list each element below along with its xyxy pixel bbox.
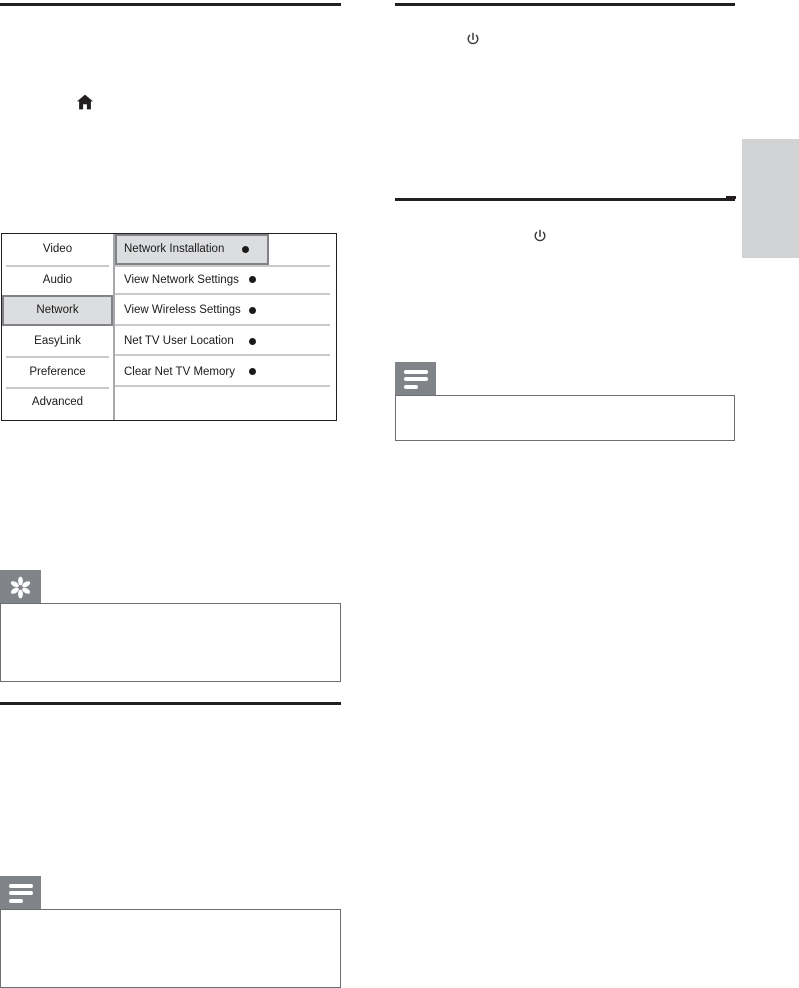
manual-page: Video Audio Network EasyLink Preference … bbox=[0, 0, 799, 988]
tip-callout-body bbox=[0, 603, 341, 682]
left-column: Video Audio Network EasyLink Preference … bbox=[0, 0, 341, 988]
settings-option-clear-net-tv-memory[interactable]: Clear Net TV Memory bbox=[115, 356, 336, 387]
settings-category-label: Audio bbox=[42, 273, 73, 286]
settings-category-label: Network bbox=[36, 304, 79, 317]
home-icon bbox=[76, 93, 94, 111]
note-callout-tab bbox=[395, 362, 436, 396]
right-column-top-rule bbox=[395, 3, 735, 6]
note-callout-tab bbox=[0, 876, 41, 910]
settings-option-label: Net TV User Location bbox=[124, 335, 234, 348]
settings-category-label: Preference bbox=[29, 365, 86, 378]
note-callout-right bbox=[395, 362, 735, 442]
page-edge-tab bbox=[742, 139, 799, 258]
settings-category-preference[interactable]: Preference bbox=[2, 356, 113, 387]
settings-category-audio[interactable]: Audio bbox=[2, 264, 113, 296]
settings-option-label: View Network Settings bbox=[124, 273, 239, 286]
bullet-icon bbox=[249, 306, 256, 314]
left-column-mid-rule bbox=[0, 702, 341, 705]
asterisk-icon bbox=[9, 576, 32, 599]
settings-category-advanced[interactable]: Advanced bbox=[2, 386, 113, 418]
settings-option-label: Network Installation bbox=[124, 243, 225, 256]
right-column-mid-rule bbox=[395, 198, 735, 201]
bullet-icon bbox=[242, 245, 249, 253]
page-edge-dash bbox=[726, 196, 736, 199]
settings-menu-category-list[interactable]: Video Audio Network EasyLink Preference … bbox=[2, 234, 115, 420]
settings-category-label: Advanced bbox=[31, 396, 84, 409]
settings-category-video[interactable]: Video bbox=[2, 234, 113, 265]
note-callout-body bbox=[395, 395, 735, 441]
settings-category-label: EasyLink bbox=[34, 335, 81, 348]
tip-callout bbox=[0, 570, 341, 682]
note-lines-icon bbox=[403, 369, 428, 389]
bullet-icon bbox=[249, 337, 256, 345]
settings-category-label: Video bbox=[42, 243, 73, 256]
settings-option-view-network-settings[interactable]: View Network Settings bbox=[115, 265, 336, 296]
settings-menu-screenshot[interactable]: Video Audio Network EasyLink Preference … bbox=[1, 233, 337, 421]
bullet-icon bbox=[249, 368, 256, 376]
settings-category-easylink[interactable]: EasyLink bbox=[2, 326, 113, 357]
settings-option-net-tv-user-location[interactable]: Net TV User Location bbox=[115, 326, 336, 357]
note-lines-icon bbox=[8, 883, 33, 903]
settings-option-label: Clear Net TV Memory bbox=[124, 365, 235, 378]
power-icon bbox=[465, 32, 481, 48]
settings-option-view-wireless-settings[interactable]: View Wireless Settings bbox=[115, 295, 336, 326]
settings-option-label: View Wireless Settings bbox=[124, 304, 241, 317]
left-column-top-rule bbox=[0, 3, 341, 6]
settings-category-network[interactable]: Network bbox=[2, 295, 113, 326]
right-column bbox=[395, 0, 735, 988]
tip-callout-tab bbox=[0, 570, 41, 604]
note-callout-body bbox=[0, 909, 341, 988]
settings-option-network-installation[interactable]: Network Installation bbox=[115, 234, 269, 265]
note-callout-left bbox=[0, 876, 341, 988]
power-icon bbox=[532, 229, 548, 245]
settings-menu-option-list[interactable]: Network Installation View Network Settin… bbox=[115, 234, 336, 420]
bullet-icon bbox=[249, 276, 256, 284]
